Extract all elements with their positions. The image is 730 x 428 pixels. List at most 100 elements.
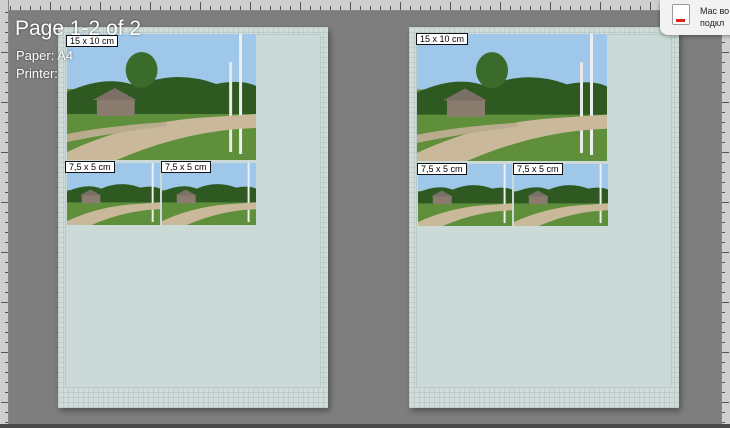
ruler-tick <box>610 6 611 10</box>
ruler-tick <box>5 382 8 383</box>
ruler-tick <box>5 132 8 133</box>
notification-line-2: подкл <box>700 18 725 28</box>
notification-text: Mac во подкл <box>700 5 729 29</box>
ruler-tick <box>722 52 729 53</box>
ruler-tick <box>50 2 51 10</box>
ruler-tick <box>722 232 725 233</box>
paper-info: Paper: A4 <box>16 48 73 63</box>
ruler-tick <box>722 242 725 243</box>
ruler-tick <box>5 62 8 63</box>
ruler-tick <box>1 202 8 203</box>
ruler-tick <box>280 6 281 10</box>
page-sheet-1[interactable]: 15 x 10 cm 7,5 x 5 cm 7,5 x 5 cm <box>58 27 328 408</box>
ruler-tick <box>5 182 8 183</box>
ruler-tick <box>140 6 141 10</box>
ruler-tick <box>640 6 641 10</box>
ruler-tick <box>130 6 131 10</box>
ruler-tick <box>5 392 8 393</box>
ruler-tick <box>722 102 729 103</box>
ruler-tick <box>200 2 201 10</box>
ruler-tick <box>722 192 725 193</box>
ruler-tick <box>390 6 391 10</box>
ruler-tick <box>40 6 41 10</box>
ruler-tick <box>570 6 571 10</box>
ruler-tick <box>60 6 61 10</box>
ruler-tick <box>1 252 8 253</box>
ruler-tick <box>722 312 725 313</box>
ruler-tick <box>340 6 341 10</box>
ruler-tick <box>380 6 381 10</box>
ruler-tick <box>722 362 725 363</box>
ruler-tick <box>5 312 8 313</box>
ruler-tick <box>722 342 725 343</box>
ruler-tick <box>722 142 725 143</box>
ruler-tick <box>80 6 81 10</box>
ruler-tick <box>5 142 8 143</box>
ruler-tick <box>230 6 231 10</box>
ruler-tick <box>5 12 8 13</box>
ruler-tick <box>560 6 561 10</box>
ruler-tick <box>722 292 725 293</box>
ruler-tick <box>210 6 211 10</box>
ruler-tick <box>450 2 451 10</box>
ruler-tick <box>5 122 8 123</box>
ruler-tick <box>722 392 725 393</box>
page-sheet-2[interactable]: 15 x 10 cm 7,5 x 5 cm 7,5 x 5 cm <box>409 27 679 408</box>
ruler-tick <box>550 2 551 10</box>
ruler-tick <box>310 6 311 10</box>
ruler-tick <box>1 402 8 403</box>
ruler-tick <box>5 32 8 33</box>
ruler-tick <box>722 172 725 173</box>
ruler-tick <box>722 422 725 423</box>
ruler-tick <box>722 202 729 203</box>
ruler-tick <box>5 42 8 43</box>
ruler-tick <box>600 2 601 10</box>
size-label-small-left: 7,5 x 5 cm <box>417 163 467 175</box>
ruler-tick <box>70 6 71 10</box>
ruler-tick <box>722 262 725 263</box>
ruler-tick <box>440 6 441 10</box>
ruler-tick <box>722 222 725 223</box>
ruler-tick <box>1 52 8 53</box>
ruler-tick <box>722 352 729 353</box>
ruler-tick <box>150 2 151 10</box>
ruler-tick <box>722 92 725 93</box>
ruler-tick <box>5 282 8 283</box>
photo-large[interactable] <box>417 34 607 161</box>
ruler-tick <box>5 412 8 413</box>
ruler-tick <box>722 112 725 113</box>
ruler-tick <box>110 6 111 10</box>
ruler-tick <box>722 372 725 373</box>
ruler-tick <box>1 152 8 153</box>
ruler-tick <box>722 272 725 273</box>
landscape-photo-image <box>417 34 607 161</box>
ruler-tick <box>590 6 591 10</box>
paper-value: A4 <box>57 48 74 63</box>
ruler-tick <box>5 332 8 333</box>
ruler-tick <box>722 82 725 83</box>
ruler-tick <box>722 182 725 183</box>
ruler-tick <box>530 6 531 10</box>
ruler-tick <box>400 2 401 10</box>
photo-large[interactable] <box>67 34 256 160</box>
ruler-tick <box>722 62 725 63</box>
ruler-tick <box>10 6 11 10</box>
notification-banner[interactable]: Mac во подкл <box>660 0 730 35</box>
ruler-tick <box>480 6 481 10</box>
ruler-tick <box>5 342 8 343</box>
ruler-tick <box>5 372 8 373</box>
ruler-tick <box>580 6 581 10</box>
ruler-tick <box>220 6 221 10</box>
ruler-tick <box>370 6 371 10</box>
ruler-tick <box>722 382 725 383</box>
right-ruler <box>721 0 730 428</box>
ruler-tick <box>5 72 8 73</box>
ruler-tick <box>5 262 8 263</box>
ruler-tick <box>5 222 8 223</box>
ruler-tick <box>5 272 8 273</box>
notification-line-1: Mac во <box>700 6 730 16</box>
ruler-tick <box>160 6 161 10</box>
ruler-tick <box>5 192 8 193</box>
ruler-tick <box>20 6 21 10</box>
ruler-tick <box>5 422 8 423</box>
